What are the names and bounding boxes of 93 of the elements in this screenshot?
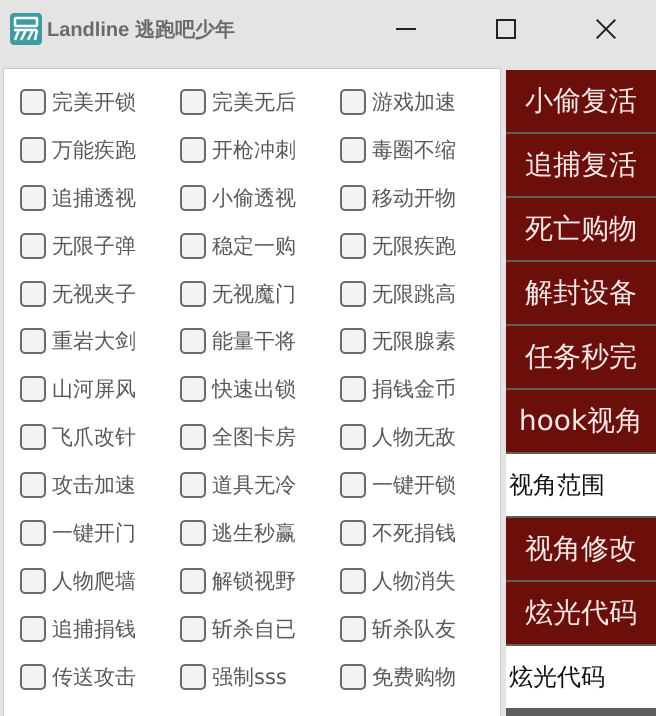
checkbox-label[interactable]: 开枪冲刺 xyxy=(212,136,296,164)
checkbox[interactable] xyxy=(340,280,366,306)
checkbox[interactable] xyxy=(20,424,46,450)
checkbox-label[interactable]: 快速出锁 xyxy=(212,375,296,404)
checkbox[interactable] xyxy=(340,520,366,546)
checkbox-label[interactable]: 无视夹子 xyxy=(52,280,136,308)
checkbox-label[interactable]: 移动开物 xyxy=(372,184,456,212)
checkbox-label[interactable]: 稳定一购 xyxy=(212,232,296,260)
minimize-icon xyxy=(396,28,416,30)
checkbox[interactable] xyxy=(20,472,46,498)
checkbox-label[interactable]: 能量干将 xyxy=(212,327,296,356)
window-title: Landline 逃跑吧少年 xyxy=(47,18,235,42)
checkbox[interactable] xyxy=(340,664,366,690)
checkbox-label[interactable]: 一键开门 xyxy=(52,518,136,547)
checkbox[interactable] xyxy=(340,472,366,498)
checkbox-label[interactable]: 道具无冷 xyxy=(212,471,296,500)
checkbox-label[interactable]: 无限跳高 xyxy=(372,280,456,308)
checkbox[interactable] xyxy=(180,328,206,354)
checkbox[interactable] xyxy=(20,280,46,306)
checkbox[interactable] xyxy=(20,88,46,115)
action-button[interactable]: 追捕复活 xyxy=(506,134,656,196)
checkbox[interactable] xyxy=(20,328,46,354)
checkbox-label[interactable]: 不死捐钱 xyxy=(372,518,456,547)
checkbox[interactable] xyxy=(20,616,46,642)
checkbox[interactable] xyxy=(20,232,46,259)
checkbox-label[interactable]: 无视魔门 xyxy=(212,280,296,308)
checkbox-label[interactable]: 飞爪改针 xyxy=(52,423,136,452)
checkbox-label[interactable]: 人物消失 xyxy=(372,566,456,595)
checkbox-label[interactable]: 强制sss xyxy=(212,662,287,691)
checkbox-label[interactable]: 捐钱金币 xyxy=(372,375,456,404)
checkbox-label[interactable]: 无限疾跑 xyxy=(372,232,456,260)
checkbox[interactable] xyxy=(180,424,206,450)
checkbox-label[interactable]: 全图卡房 xyxy=(212,423,296,452)
checkbox[interactable] xyxy=(180,616,206,642)
checkbox[interactable] xyxy=(340,424,366,450)
checkbox-label[interactable]: 斩杀队友 xyxy=(372,614,456,643)
checkbox-label[interactable]: 万能疾跑 xyxy=(52,136,136,164)
maximize-icon xyxy=(496,19,516,39)
checkbox-label[interactable]: 人物爬墙 xyxy=(52,566,136,595)
action-button[interactable]: 视角修改 xyxy=(506,518,656,580)
checkbox-label[interactable]: 游戏加速 xyxy=(372,88,456,116)
checkbox-label[interactable]: 传送攻击 xyxy=(52,662,136,691)
checkbox[interactable] xyxy=(340,136,366,163)
checkbox[interactable] xyxy=(180,568,206,594)
checkbox[interactable] xyxy=(340,376,366,402)
checkbox[interactable] xyxy=(180,376,206,402)
checkbox[interactable] xyxy=(340,328,366,354)
checkbox-label[interactable]: 一键开锁 xyxy=(372,471,456,500)
input-field[interactable]: 视角范围 xyxy=(506,454,656,516)
action-button[interactable]: 炫光代码 xyxy=(506,582,656,644)
checkbox[interactable] xyxy=(340,184,366,211)
checkbox[interactable] xyxy=(180,88,206,115)
checkbox[interactable] xyxy=(20,184,46,211)
checkbox-label[interactable]: 逃生秒赢 xyxy=(212,518,296,547)
close-icon xyxy=(596,19,616,39)
checkbox[interactable] xyxy=(180,472,206,498)
checkbox[interactable] xyxy=(340,568,366,594)
checkbox[interactable] xyxy=(180,280,206,306)
checkbox-label[interactable]: 免费购物 xyxy=(372,662,456,691)
checkbox[interactable] xyxy=(180,520,206,546)
checkbox[interactable] xyxy=(20,520,46,546)
checkbox-label[interactable]: 小偷透视 xyxy=(212,184,296,212)
checkbox-label[interactable]: 追捕捐钱 xyxy=(52,614,136,643)
checkbox[interactable] xyxy=(340,616,366,642)
action-button[interactable]: 死亡购物 xyxy=(506,198,656,260)
checkbox-label[interactable]: 解锁视野 xyxy=(212,566,296,595)
action-button[interactable]: 任务秒完 xyxy=(506,326,656,388)
checkbox[interactable] xyxy=(180,664,206,690)
checkbox[interactable] xyxy=(20,376,46,402)
checkbox[interactable] xyxy=(340,88,366,115)
action-button[interactable]: 解封设备 xyxy=(506,262,656,324)
action-button[interactable]: hook视角 xyxy=(506,390,656,452)
checkbox-label[interactable]: 毒圈不缩 xyxy=(372,136,456,164)
checkbox-label[interactable]: 追捕透视 xyxy=(52,184,136,212)
checkbox-label[interactable]: 斩杀自已 xyxy=(212,614,296,643)
checkbox-label[interactable]: 无限腺素 xyxy=(372,327,456,356)
checkbox-label[interactable]: 无限子弹 xyxy=(52,232,136,260)
checkbox[interactable] xyxy=(20,664,46,690)
checkbox[interactable] xyxy=(20,136,46,163)
checkbox[interactable] xyxy=(20,568,46,594)
checkbox-label[interactable]: 重岩大剑 xyxy=(52,327,136,356)
app-icon xyxy=(10,13,42,45)
checkbox-label[interactable]: 人物无敌 xyxy=(372,423,456,452)
checkbox[interactable] xyxy=(340,232,366,259)
checkbox[interactable] xyxy=(180,136,206,163)
checkbox[interactable] xyxy=(180,232,206,259)
checkbox-label[interactable]: 攻击加速 xyxy=(52,471,136,500)
action-button[interactable]: 小偷复活 xyxy=(506,70,656,132)
checkbox[interactable] xyxy=(180,184,206,211)
checkbox-label[interactable]: 山河屏风 xyxy=(52,375,136,404)
checkbox-label[interactable]: 完美无后 xyxy=(212,88,296,116)
input-field[interactable]: 炫光代码 xyxy=(506,646,656,708)
checkbox-label[interactable]: 完美开锁 xyxy=(52,88,136,116)
